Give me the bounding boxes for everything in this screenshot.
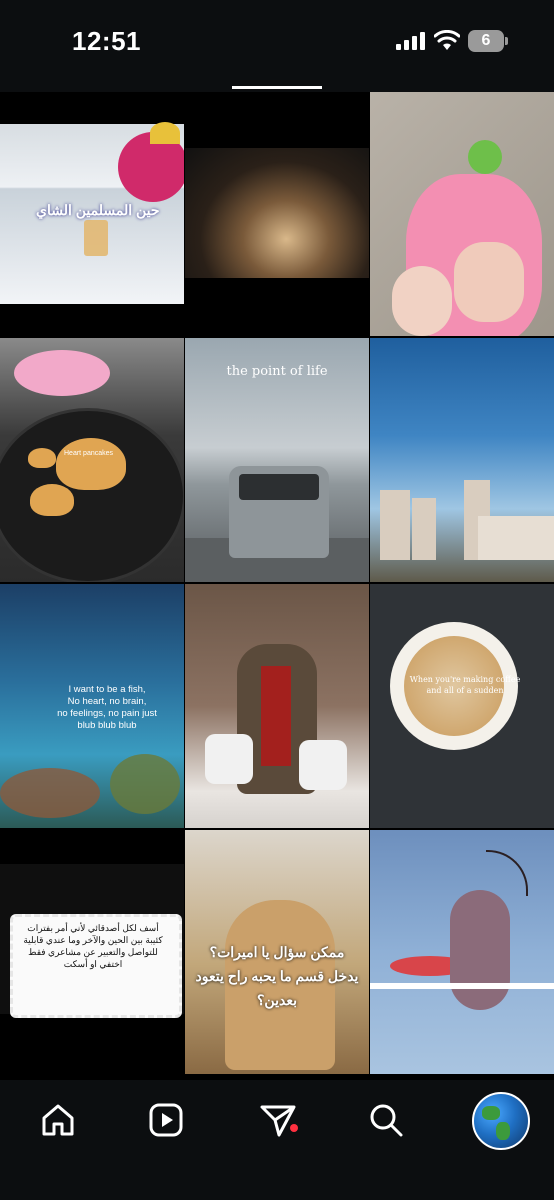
post-caption: ممكن سؤال يا اميرات؟ يدخل قسم ما يحبه را… bbox=[195, 944, 359, 1008]
shopping-bag-image bbox=[205, 734, 253, 784]
hand-image bbox=[454, 242, 524, 322]
heart-pancake-image bbox=[30, 484, 74, 516]
building-image bbox=[478, 516, 554, 560]
teapot-lid-image bbox=[150, 122, 180, 144]
post-thumbnail bbox=[185, 148, 369, 278]
post-caption: the point of life bbox=[226, 364, 328, 379]
red-scarf-image bbox=[261, 666, 291, 766]
profile-avatar[interactable] bbox=[472, 1092, 530, 1150]
antenna-image bbox=[486, 850, 528, 896]
pink-plate-image bbox=[14, 350, 110, 396]
coral-image bbox=[0, 768, 100, 818]
building-image bbox=[380, 490, 410, 560]
wifi-icon bbox=[434, 30, 460, 50]
building-image bbox=[412, 498, 436, 560]
status-bar: 12:51 6 bbox=[0, 0, 554, 84]
shopping-bag-image bbox=[299, 740, 347, 790]
bottom-nav bbox=[0, 1080, 554, 1200]
heart-pancake-image bbox=[56, 438, 126, 490]
globe-land-image bbox=[482, 1106, 500, 1120]
green-leaf-image bbox=[468, 140, 502, 174]
messages-icon[interactable] bbox=[258, 1100, 298, 1140]
grid-post[interactable]: Heart pancakes bbox=[0, 338, 184, 582]
active-tab-indicator bbox=[232, 86, 322, 89]
battery-indicator: 6 bbox=[468, 30, 508, 52]
cartoon-character-image bbox=[450, 890, 510, 1010]
grid-post[interactable]: the point of life bbox=[185, 338, 369, 582]
grid-post[interactable]: When you're making coffee and all of a s… bbox=[370, 584, 554, 828]
post-caption: I want to be a fish, No heart, no brain,… bbox=[57, 684, 157, 731]
heart-pancake-image bbox=[28, 448, 56, 468]
car-window-image bbox=[239, 474, 319, 500]
notification-dot bbox=[290, 1124, 298, 1132]
frying-pan-image bbox=[0, 408, 184, 582]
grid-post[interactable]: حين المسلمين الشاي bbox=[0, 92, 184, 336]
post-caption: أسف لكل أصدقائي لأني أمر بفترات كئيبة بي… bbox=[23, 923, 163, 969]
grid-post[interactable] bbox=[185, 584, 369, 828]
status-time: 12:51 bbox=[72, 26, 141, 56]
coral-image bbox=[110, 754, 180, 814]
divider bbox=[370, 983, 554, 989]
grid-post[interactable] bbox=[185, 92, 369, 336]
grid-post[interactable]: أسف لكل أصدقائي لأني أمر بفترات كئيبة بي… bbox=[0, 830, 184, 1074]
post-caption: When you're making coffee and all of a s… bbox=[409, 675, 521, 695]
home-icon[interactable] bbox=[38, 1100, 78, 1140]
search-icon[interactable] bbox=[366, 1100, 406, 1140]
reels-icon[interactable] bbox=[146, 1100, 186, 1140]
post-grid: حين المسلمين الشاي Heart pancakes the po… bbox=[0, 92, 554, 1080]
hand-image bbox=[392, 266, 452, 336]
grid-post[interactable] bbox=[370, 92, 554, 336]
globe-land-image bbox=[496, 1122, 510, 1140]
cellular-signal-icon bbox=[396, 32, 426, 50]
post-caption: Heart pancakes bbox=[64, 450, 114, 457]
grid-post[interactable] bbox=[370, 830, 554, 1074]
post-caption: حين المسلمين الشاي bbox=[36, 202, 160, 218]
tea-cup-image bbox=[84, 220, 108, 256]
grid-post[interactable]: I want to be a fish, No heart, no brain,… bbox=[0, 584, 184, 828]
grid-post[interactable] bbox=[370, 338, 554, 582]
grid-post[interactable]: ممكن سؤال يا اميرات؟ يدخل قسم ما يحبه را… bbox=[185, 830, 369, 1074]
